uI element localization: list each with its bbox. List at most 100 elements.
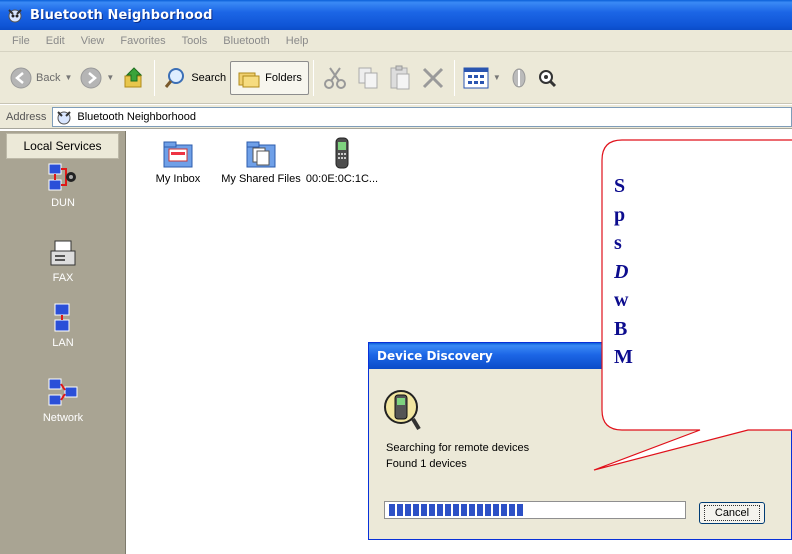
back-arrow-icon bbox=[10, 67, 32, 88]
progress-segment bbox=[405, 504, 411, 516]
remote-device-item[interactable]: 00:0E:0C:1C... bbox=[302, 137, 382, 186]
service-network[interactable]: Network bbox=[0, 376, 126, 424]
scissors-icon bbox=[323, 66, 346, 89]
dialog-status-line1: Searching for remote devices bbox=[386, 442, 530, 454]
menu-bluetooth[interactable]: Bluetooth bbox=[215, 35, 277, 47]
service-lan[interactable]: LAN bbox=[0, 301, 126, 349]
copy-button[interactable] bbox=[352, 59, 384, 97]
forward-arrow-icon bbox=[80, 67, 102, 88]
callout-line: S bbox=[614, 175, 626, 197]
phone-device-icon bbox=[335, 137, 349, 169]
callout-line: w bbox=[614, 289, 629, 311]
progress-segment bbox=[493, 504, 499, 516]
device-search-icon bbox=[384, 390, 421, 431]
shared-files-label: My Shared Files bbox=[221, 173, 301, 185]
copy-icon bbox=[358, 67, 378, 88]
title-bar[interactable]: Bluetooth Neighborhood bbox=[0, 0, 792, 30]
service-lan-label: LAN bbox=[52, 337, 74, 349]
folders-label: Folders bbox=[265, 71, 302, 84]
dun-icon bbox=[48, 163, 76, 191]
network-icon bbox=[48, 378, 78, 406]
progress-segment bbox=[485, 504, 491, 516]
progress-segment bbox=[389, 504, 395, 516]
lan-icon bbox=[54, 303, 70, 332]
views-button[interactable]: ▼ bbox=[459, 59, 505, 97]
callout-text: S p s D w B M bbox=[614, 172, 792, 412]
progress-segment bbox=[509, 504, 515, 516]
progress-segment bbox=[469, 504, 475, 516]
service-network-label: Network bbox=[42, 412, 84, 424]
bluetooth-search-button[interactable] bbox=[533, 59, 561, 97]
search-button[interactable]: Search bbox=[159, 59, 230, 97]
paste-icon bbox=[390, 65, 410, 89]
inbox-folder-icon bbox=[163, 141, 193, 168]
menu-view[interactable]: View bbox=[73, 35, 113, 47]
callout-line: M bbox=[614, 346, 633, 368]
menu-favorites[interactable]: Favorites bbox=[112, 35, 173, 47]
address-bar: Address Bluetooth Neighborhood bbox=[0, 105, 792, 129]
bluetooth-disconnect-button[interactable] bbox=[505, 59, 533, 97]
service-dun[interactable]: DUN bbox=[0, 161, 126, 209]
menu-bar: File Edit View Favorites Tools Bluetooth… bbox=[0, 30, 792, 52]
window-title: Bluetooth Neighborhood bbox=[30, 7, 213, 23]
delete-button[interactable] bbox=[416, 59, 450, 97]
views-icon bbox=[463, 67, 489, 88]
shared-files-item[interactable]: My Shared Files bbox=[221, 139, 301, 186]
callout-line: B bbox=[614, 317, 628, 340]
menu-file[interactable]: File bbox=[4, 35, 38, 47]
toolbar: Back ▼ ▼ Search Folders ▼ bbox=[0, 52, 792, 104]
progress-segment bbox=[517, 504, 523, 516]
callout-line: p bbox=[614, 203, 626, 226]
up-folder-button[interactable] bbox=[118, 59, 150, 97]
search-icon bbox=[165, 67, 185, 88]
address-field[interactable]: Bluetooth Neighborhood bbox=[52, 106, 792, 127]
forward-dropdown-icon[interactable]: ▼ bbox=[106, 73, 114, 82]
forward-button[interactable]: ▼ bbox=[76, 59, 118, 97]
callout-line: s bbox=[614, 232, 622, 254]
folders-button[interactable]: Folders bbox=[230, 60, 309, 95]
progress-segment bbox=[413, 504, 419, 516]
discovery-progress-bar bbox=[384, 501, 686, 519]
remote-device-label: 00:0E:0C:1C... bbox=[305, 173, 379, 185]
service-dun-label: DUN bbox=[51, 197, 75, 209]
dialog-title: Device Discovery bbox=[377, 349, 493, 363]
local-services-header[interactable]: Local Services bbox=[6, 133, 119, 159]
bluetooth-neighborhood-icon bbox=[8, 9, 22, 23]
up-folder-icon bbox=[124, 66, 143, 87]
fax-icon bbox=[50, 240, 76, 266]
back-dropdown-icon[interactable]: ▼ bbox=[64, 73, 72, 82]
bluetooth-neighborhood-icon bbox=[57, 110, 72, 124]
progress-segment bbox=[477, 504, 483, 516]
bluetooth-search-icon bbox=[538, 69, 556, 87]
inbox-label: My Inbox bbox=[155, 173, 201, 185]
service-fax-label: FAX bbox=[52, 272, 74, 284]
progress-segment bbox=[437, 504, 443, 516]
toolbar-separator bbox=[312, 59, 314, 96]
local-services-panel: Local Services DUN FAX LAN Network bbox=[0, 131, 126, 554]
progress-segment bbox=[501, 504, 507, 516]
cancel-label: Cancel bbox=[703, 505, 761, 521]
toolbar-separator bbox=[453, 59, 455, 96]
progress-segment bbox=[397, 504, 403, 516]
paste-button[interactable] bbox=[384, 59, 416, 97]
back-button[interactable]: Back ▼ bbox=[6, 59, 76, 97]
folders-icon bbox=[238, 72, 260, 87]
menu-help[interactable]: Help bbox=[278, 35, 317, 47]
progress-segment bbox=[453, 504, 459, 516]
views-dropdown-icon[interactable]: ▼ bbox=[493, 73, 501, 82]
back-label: Back bbox=[36, 71, 61, 84]
menu-tools[interactable]: Tools bbox=[174, 35, 216, 47]
cut-button[interactable] bbox=[318, 59, 352, 97]
progress-segment bbox=[461, 504, 467, 516]
inbox-item[interactable]: My Inbox bbox=[138, 139, 218, 186]
search-label: Search bbox=[191, 71, 227, 84]
cancel-button[interactable]: Cancel bbox=[699, 502, 765, 524]
progress-segment bbox=[421, 504, 427, 516]
service-fax[interactable]: FAX bbox=[0, 238, 126, 284]
callout-line: D bbox=[614, 260, 629, 283]
address-label: Address bbox=[6, 110, 47, 123]
menu-edit[interactable]: Edit bbox=[38, 35, 73, 47]
bluetooth-disconnect-icon bbox=[512, 68, 526, 87]
progress-segment bbox=[445, 504, 451, 516]
address-value: Bluetooth Neighborhood bbox=[77, 110, 197, 123]
